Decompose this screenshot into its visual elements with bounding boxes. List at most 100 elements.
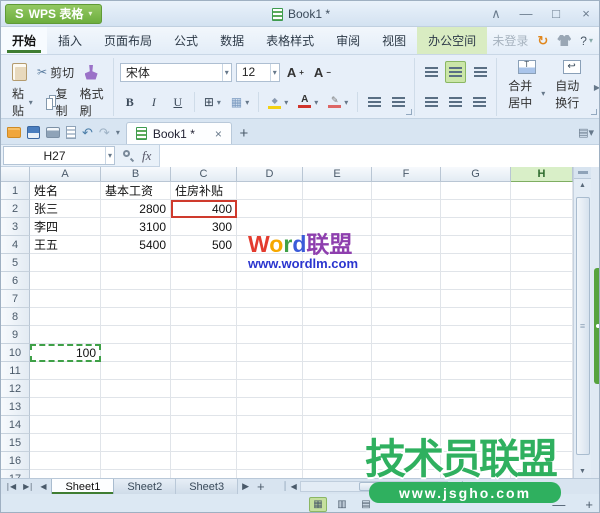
cell-H9[interactable] bbox=[511, 326, 573, 344]
cell-E10[interactable] bbox=[303, 344, 372, 362]
cell-E13[interactable] bbox=[303, 398, 372, 416]
cell-C3[interactable]: 300 bbox=[171, 218, 237, 236]
cell-G13[interactable] bbox=[441, 398, 511, 416]
row-header-17[interactable]: 17 bbox=[1, 470, 30, 478]
close-document-icon[interactable]: × bbox=[201, 127, 222, 141]
column-header-H[interactable]: H bbox=[511, 167, 573, 182]
menu-tab-0[interactable]: 开始 bbox=[1, 27, 48, 54]
format-painter-icon-button[interactable] bbox=[81, 61, 101, 83]
sheet-tab-sheet1[interactable]: Sheet1 bbox=[51, 479, 115, 494]
vertical-scroll-thumb[interactable]: ≡ bbox=[575, 197, 590, 455]
last-sheet-button[interactable]: ▶∣ bbox=[20, 482, 36, 491]
cell-C9[interactable] bbox=[171, 326, 237, 344]
cell-style-button[interactable]: ▦ ▾ bbox=[228, 91, 252, 113]
row-header-16[interactable]: 16 bbox=[1, 452, 30, 470]
scroll-up-icon[interactable]: ▲ bbox=[574, 179, 591, 192]
vertical-scroll-track[interactable]: ≡ bbox=[575, 193, 590, 464]
row-header-7[interactable]: 7 bbox=[1, 290, 30, 308]
increase-indent-button[interactable] bbox=[388, 91, 408, 113]
cell-G3[interactable] bbox=[441, 218, 511, 236]
cell-D17[interactable] bbox=[237, 470, 303, 478]
cell-G10[interactable] bbox=[441, 344, 511, 362]
alignment-dialog-launcher[interactable] bbox=[591, 109, 597, 115]
row-header-13[interactable]: 13 bbox=[1, 398, 30, 416]
cell-B7[interactable] bbox=[101, 290, 171, 308]
minimize-button[interactable]: — bbox=[511, 1, 541, 27]
cell-B17[interactable] bbox=[101, 470, 171, 478]
task-pane-handle[interactable] bbox=[594, 268, 599, 384]
cell-F1[interactable] bbox=[372, 182, 441, 200]
menu-tab-4[interactable]: 数据 bbox=[209, 27, 255, 54]
cell-H8[interactable] bbox=[511, 308, 573, 326]
align-top-button[interactable] bbox=[421, 61, 441, 83]
cell-B3[interactable]: 3100 bbox=[101, 218, 171, 236]
cell-C17[interactable] bbox=[171, 470, 237, 478]
column-header-D[interactable]: D bbox=[237, 167, 303, 182]
tab-row-options-icon[interactable]: ▤▾ bbox=[578, 126, 599, 144]
column-header-G[interactable]: G bbox=[441, 167, 511, 182]
font-family-combo[interactable]: 宋体 ▾ bbox=[119, 62, 232, 82]
cell-E6[interactable] bbox=[303, 272, 372, 290]
cell-F9[interactable] bbox=[372, 326, 441, 344]
cell-F5[interactable] bbox=[372, 254, 441, 272]
column-header-B[interactable]: B bbox=[101, 167, 171, 182]
row-header-8[interactable]: 8 bbox=[1, 308, 30, 326]
add-sheet-button[interactable]: + bbox=[253, 479, 269, 494]
cell-E2[interactable] bbox=[303, 200, 372, 218]
cell-B12[interactable] bbox=[101, 380, 171, 398]
cell-B16[interactable] bbox=[101, 452, 171, 470]
row-header-14[interactable]: 14 bbox=[1, 416, 30, 434]
cell-H12[interactable] bbox=[511, 380, 573, 398]
cell-F3[interactable] bbox=[372, 218, 441, 236]
merge-center-button[interactable]: T 合并居中 ▾ bbox=[503, 59, 550, 111]
cell-A12[interactable] bbox=[30, 380, 101, 398]
normal-view-button[interactable]: ▦ bbox=[309, 496, 327, 512]
promo-icon[interactable]: ↻ bbox=[537, 33, 548, 49]
cell-F2[interactable] bbox=[372, 200, 441, 218]
cell-B8[interactable] bbox=[101, 308, 171, 326]
cell-A1[interactable]: 姓名 bbox=[30, 182, 101, 200]
row-header-4[interactable]: 4 bbox=[1, 236, 30, 254]
bold-button[interactable]: B bbox=[120, 91, 140, 113]
cell-F8[interactable] bbox=[372, 308, 441, 326]
paste-icon[interactable] bbox=[9, 61, 30, 83]
cell-D14[interactable] bbox=[237, 416, 303, 434]
cell-C4[interactable]: 500 bbox=[171, 236, 237, 254]
zoom-in-button[interactable]: + bbox=[585, 497, 593, 512]
cell-H6[interactable] bbox=[511, 272, 573, 290]
cell-C11[interactable] bbox=[171, 362, 237, 380]
cell-A3[interactable]: 李四 bbox=[30, 218, 101, 236]
italic-button[interactable]: I bbox=[144, 91, 164, 113]
row-header-10[interactable]: 10 bbox=[1, 344, 30, 362]
cell-A9[interactable] bbox=[30, 326, 101, 344]
cell-A15[interactable] bbox=[30, 434, 101, 452]
cell-A2[interactable]: 张三 bbox=[30, 200, 101, 218]
align-right-button[interactable] bbox=[469, 91, 489, 113]
cell-B14[interactable] bbox=[101, 416, 171, 434]
cell-C1[interactable]: 住房补贴 bbox=[171, 182, 237, 200]
cell-G4[interactable] bbox=[441, 236, 511, 254]
name-box[interactable]: H27 ▾ bbox=[3, 146, 115, 165]
cell-C5[interactable] bbox=[171, 254, 237, 272]
print-preview-icon[interactable] bbox=[66, 126, 76, 139]
cell-D11[interactable] bbox=[237, 362, 303, 380]
row-header-6[interactable]: 6 bbox=[1, 272, 30, 290]
cell-G7[interactable] bbox=[441, 290, 511, 308]
ribbon-more-arrow[interactable]: ▶ bbox=[594, 83, 599, 92]
cell-G2[interactable] bbox=[441, 200, 511, 218]
cell-A16[interactable] bbox=[30, 452, 101, 470]
cell-G5[interactable] bbox=[441, 254, 511, 272]
row-header-2[interactable]: 2 bbox=[1, 200, 30, 218]
cell-C7[interactable] bbox=[171, 290, 237, 308]
save-icon[interactable] bbox=[27, 126, 40, 139]
cell-E15[interactable] bbox=[303, 434, 372, 452]
column-header-A[interactable]: A bbox=[30, 167, 101, 182]
vertical-scrollbar[interactable]: ▲ ≡ ▼ bbox=[573, 167, 591, 478]
cell-H11[interactable] bbox=[511, 362, 573, 380]
undo-icon[interactable]: ↶ bbox=[82, 126, 93, 139]
cell-D7[interactable] bbox=[237, 290, 303, 308]
cell-E12[interactable] bbox=[303, 380, 372, 398]
cell-A13[interactable] bbox=[30, 398, 101, 416]
wrap-text-button[interactable]: ↩ 自动换行 bbox=[550, 59, 593, 111]
format-painter-button[interactable]: 格式刷 bbox=[77, 87, 107, 118]
